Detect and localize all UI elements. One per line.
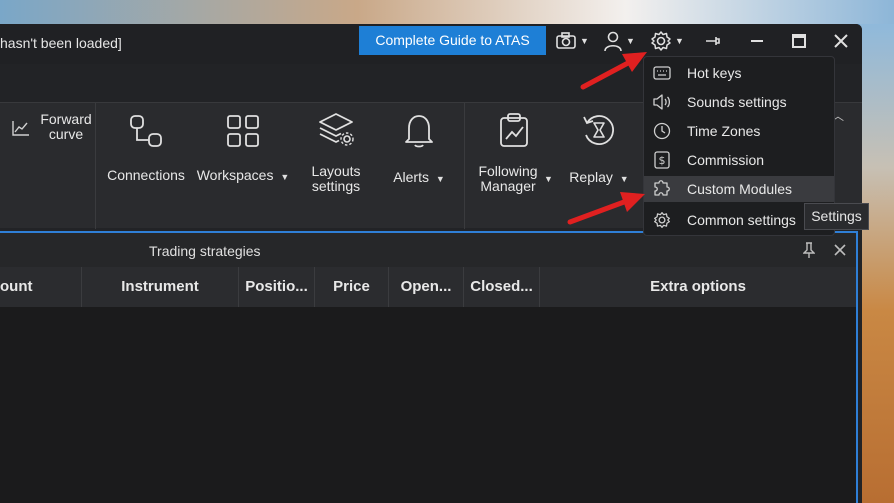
menu-item-label: Time Zones bbox=[687, 123, 761, 139]
menu-item-label: Common settings bbox=[687, 212, 796, 228]
chevron-down-icon: ▼ bbox=[675, 36, 684, 46]
gear-icon bbox=[654, 212, 670, 228]
pin-icon bbox=[802, 242, 816, 258]
connections-button[interactable]: Connections bbox=[104, 113, 188, 183]
chevron-down-icon: ▼ bbox=[280, 172, 290, 182]
close-panel-button[interactable] bbox=[834, 243, 846, 261]
camera-button[interactable]: ▼ bbox=[555, 30, 589, 52]
gear-icon bbox=[651, 31, 671, 51]
close-icon bbox=[834, 244, 846, 256]
column-header-position[interactable]: Positio... bbox=[239, 267, 315, 307]
puzzle-icon bbox=[654, 180, 670, 196]
connections-label: Connections bbox=[107, 167, 185, 183]
ribbon-divider bbox=[95, 103, 96, 229]
layouts-settings-button[interactable]: Layouts settings bbox=[303, 111, 369, 194]
clock-icon bbox=[653, 122, 671, 140]
trading-strategies-panel: Trading strategies ount Instrument Posit… bbox=[0, 231, 858, 503]
column-header-price[interactable]: Price bbox=[315, 267, 389, 307]
pin-icon bbox=[706, 37, 720, 45]
account-button[interactable]: ▼ bbox=[603, 30, 635, 52]
replay-button[interactable]: Replay ▼ bbox=[566, 111, 632, 187]
maximize-button[interactable] bbox=[792, 30, 806, 52]
menu-item-sounds-settings[interactable]: Sounds settings bbox=[644, 89, 834, 115]
chevron-down-icon: ▼ bbox=[580, 36, 589, 46]
menu-item-label: Commission bbox=[687, 152, 765, 168]
column-header-extra-options[interactable]: Extra options bbox=[540, 267, 856, 307]
keyboard-icon bbox=[653, 66, 671, 80]
column-header-open[interactable]: Open... bbox=[389, 267, 464, 307]
desktop-wallpaper-right bbox=[860, 24, 894, 503]
following-manager-button[interactable]: Following Manager ▼ bbox=[470, 111, 558, 194]
column-header-closed[interactable]: Closed... bbox=[464, 267, 540, 307]
menu-item-label: Custom Modules bbox=[687, 181, 793, 197]
panel-title: Trading strategies bbox=[149, 243, 261, 259]
close-button[interactable] bbox=[834, 30, 848, 52]
alerts-button[interactable]: Alerts ▼ bbox=[388, 111, 450, 187]
complete-guide-button[interactable]: Complete Guide to ATAS bbox=[359, 26, 546, 55]
dollar-icon: $ bbox=[654, 151, 670, 169]
workspaces-button[interactable]: Workspaces ▼ bbox=[194, 113, 292, 185]
workspaces-label: Workspaces bbox=[196, 167, 274, 183]
chevron-down-icon: ▼ bbox=[544, 173, 553, 184]
menu-item-hot-keys[interactable]: Hot keys bbox=[644, 60, 834, 86]
settings-button[interactable]: ▼ bbox=[650, 30, 684, 52]
clipboard-chart-icon bbox=[500, 113, 528, 147]
pin-window-button[interactable] bbox=[705, 30, 721, 52]
pin-panel-button[interactable] bbox=[802, 242, 816, 263]
column-header-instrument[interactable]: Instrument bbox=[82, 267, 239, 307]
panel-header: Trading strategies bbox=[0, 233, 856, 267]
minimize-icon bbox=[751, 40, 763, 42]
alerts-label: Alerts bbox=[393, 169, 429, 185]
layouts-settings-label: Layouts settings bbox=[311, 163, 361, 194]
user-icon bbox=[604, 31, 622, 52]
menu-item-commission[interactable]: $ Commission bbox=[644, 147, 834, 173]
forward-curve-label: Forward curve bbox=[40, 111, 92, 142]
maximize-icon bbox=[792, 34, 806, 48]
minimize-button[interactable] bbox=[750, 30, 764, 52]
trend-line-icon bbox=[12, 121, 29, 136]
speaker-icon bbox=[653, 94, 671, 110]
window-title: hasn't been loaded] bbox=[0, 35, 122, 51]
svg-text:$: $ bbox=[659, 154, 666, 167]
workspaces-icon bbox=[227, 115, 259, 147]
layers-gear-icon bbox=[319, 113, 354, 146]
close-icon bbox=[834, 34, 848, 48]
menu-item-custom-modules[interactable]: Custom Modules bbox=[644, 176, 834, 202]
replay-label: Replay bbox=[569, 169, 613, 185]
chevron-down-icon: ▼ bbox=[619, 174, 629, 184]
chevron-down-icon: ▼ bbox=[435, 174, 445, 184]
camera-icon bbox=[556, 32, 576, 49]
desktop-wallpaper bbox=[0, 0, 894, 24]
bell-icon bbox=[405, 115, 433, 148]
following-manager-label: Following Manager bbox=[478, 163, 538, 194]
menu-item-label: Hot keys bbox=[687, 65, 742, 81]
replay-icon bbox=[583, 115, 614, 145]
chevron-down-icon: ▼ bbox=[626, 36, 635, 46]
menu-item-label: Sounds settings bbox=[687, 94, 787, 110]
settings-tooltip: Settings bbox=[804, 203, 869, 230]
forward-curve-button[interactable]: Forward curve bbox=[12, 112, 98, 142]
menu-item-time-zones[interactable]: Time Zones bbox=[644, 118, 834, 144]
connections-icon bbox=[130, 115, 162, 147]
ribbon-divider bbox=[464, 103, 465, 229]
column-header-account[interactable]: ount bbox=[0, 267, 82, 307]
